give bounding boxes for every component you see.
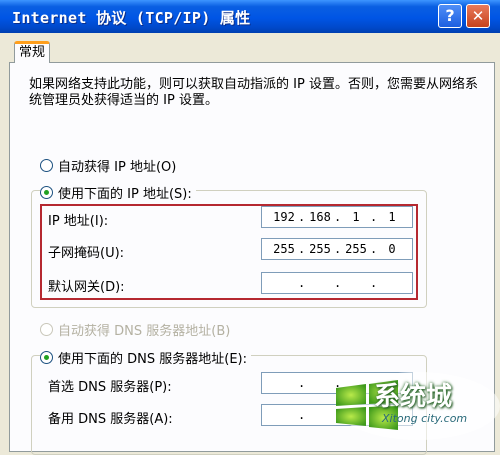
manual-ip-radio[interactable]: 使用下面的 IP 地址(S):: [40, 183, 196, 202]
octet-dot: .: [370, 210, 378, 224]
octet-dot: .: [298, 242, 306, 256]
octet-dot: .: [334, 242, 342, 256]
radio-selected-icon: [40, 186, 53, 199]
description-text: 如果网络支持此功能，则可以获取自动指派的 IP 设置。否则，您需要从网络系统管理…: [29, 77, 478, 108]
auto-ip-label: 自动获得 IP 地址(O): [58, 160, 177, 175]
title-bar[interactable]: Internet 协议 (TCP/IP) 属性 ? ✕: [0, 0, 500, 33]
manual-dns-radio[interactable]: 使用下面的 DNS 服务器地址(E):: [40, 348, 251, 367]
octet: 1: [352, 210, 360, 224]
default-gateway-label: 默认网关(D):: [48, 280, 125, 295]
octet-dot: .: [298, 210, 306, 224]
octet-dot: .: [298, 376, 306, 390]
octet-dot: .: [334, 276, 342, 290]
octet-dot: .: [370, 242, 378, 256]
octet: 255: [309, 242, 331, 256]
octet-dot: .: [298, 276, 306, 290]
window-title: Internet 协议 (TCP/IP) 属性: [12, 9, 251, 27]
preferred-dns-label: 首选 DNS 服务器(P):: [48, 380, 172, 395]
watermark-text: 系统城: [374, 382, 453, 412]
ip-address-input[interactable]: 192 . 168 . 1 . 1: [261, 206, 413, 228]
default-gateway-input[interactable]: . . .: [261, 272, 413, 294]
alternate-dns-label: 备用 DNS 服务器(A):: [48, 412, 173, 427]
watermark-url: Xitong city.com: [382, 412, 468, 425]
manual-dns-label: 使用下面的 DNS 服务器地址(E):: [58, 352, 247, 367]
subnet-mask-input[interactable]: 255 . 255 . 255 . 0: [261, 238, 413, 260]
octet-dot: .: [334, 210, 342, 224]
ip-address-label: IP 地址(I):: [48, 214, 109, 229]
manual-ip-label: 使用下面的 IP 地址(S):: [58, 187, 192, 202]
radio-selected-icon: [40, 351, 53, 364]
octet: 255: [345, 242, 367, 256]
octet-dot: .: [298, 408, 306, 422]
radio-disabled-icon: [40, 323, 53, 336]
subnet-mask-label: 子网掩码(U):: [48, 246, 125, 261]
auto-dns-label: 自动获得 DNS 服务器地址(B): [58, 324, 231, 339]
octet: 1: [388, 210, 396, 224]
octet: 0: [388, 242, 396, 256]
octet: 192: [273, 210, 295, 224]
auto-ip-radio[interactable]: 自动获得 IP 地址(O): [40, 156, 176, 175]
tab-general[interactable]: 常规: [14, 41, 50, 63]
radio-icon: [40, 159, 53, 172]
octet-dot: .: [334, 376, 342, 390]
auto-dns-radio[interactable]: 自动获得 DNS 服务器地址(B): [40, 320, 230, 339]
close-button[interactable]: ✕: [466, 4, 490, 28]
octet-dot: .: [370, 276, 378, 290]
octet-dot: .: [334, 408, 342, 422]
octet: 255: [273, 242, 295, 256]
help-button[interactable]: ?: [438, 4, 462, 28]
octet: 168: [309, 210, 331, 224]
